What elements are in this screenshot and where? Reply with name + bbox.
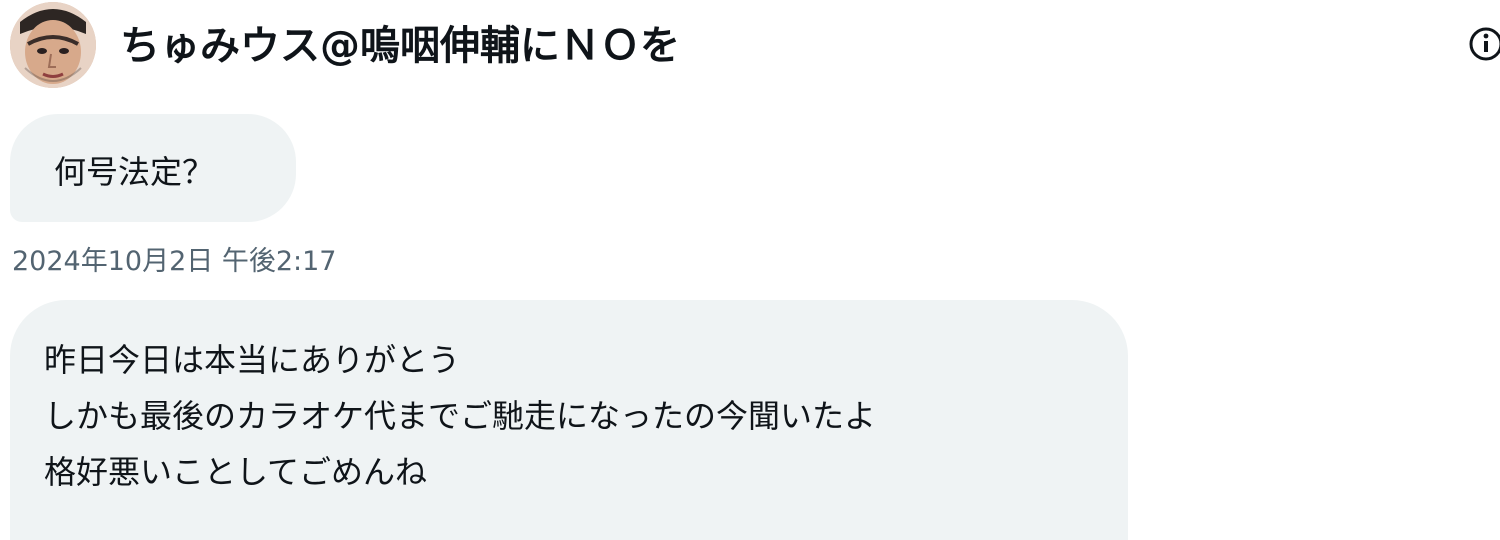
message-line: 格好悪いことしてごめんね: [44, 453, 428, 491]
message-bubble-incoming[interactable]: 何号法定？: [10, 114, 296, 222]
message-line: しかも最後のカラオケ代までご馳走になったの今聞いたよ: [44, 397, 877, 435]
display-name[interactable]: ちゅみウス@嗚咽伸輔にＮＯを: [120, 22, 680, 70]
conversation-header: ちゅみウス@嗚咽伸輔にＮＯを: [0, 0, 1500, 96]
info-icon: [1469, 27, 1500, 61]
message-bubble-incoming[interactable]: 昨日今日は本当にありがとう しかも最後のカラオケ代までご馳走になったの今聞いたよ…: [10, 300, 1128, 540]
message-line: 昨日今日は本当にありがとう: [44, 341, 461, 379]
message-timestamp: 2024年10月2日 午後2:17: [12, 246, 337, 277]
avatar[interactable]: [10, 2, 96, 88]
message-text: 何号法定？: [54, 153, 215, 191]
info-button[interactable]: [1466, 24, 1500, 64]
user-avatar-icon: [10, 2, 96, 88]
